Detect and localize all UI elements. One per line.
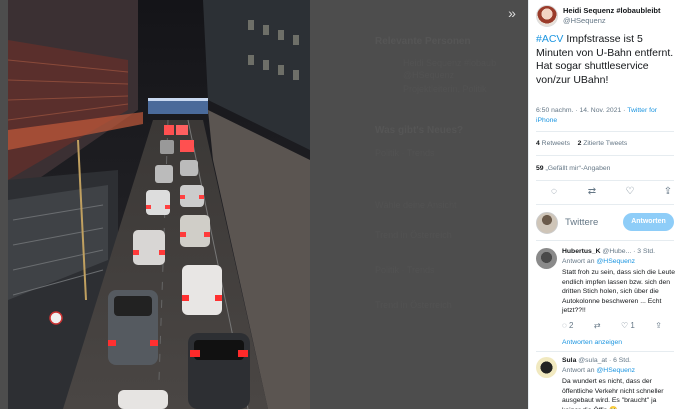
collapse-panel-icon[interactable]: » xyxy=(502,4,522,24)
reply-input[interactable]: Twittere xyxy=(565,217,598,228)
tweet-detail-panel: Heidi Sequenz #lobaubleibt @HSequenz #AC… xyxy=(528,0,680,409)
divider xyxy=(536,155,674,156)
bg-line: Politik · Trends xyxy=(375,148,435,158)
reply-avatar[interactable] xyxy=(536,248,557,269)
reply-handle-time: @Hube... · 3 Std. xyxy=(602,248,656,255)
reply-reply-icon[interactable]: ◌ 2 xyxy=(562,320,573,332)
reply-item[interactable]: Hubertus_K @Hube... · 3 Std. Antwort an … xyxy=(536,248,676,338)
reply-header: Hubertus_K @Hube... · 3 Std. xyxy=(562,248,676,255)
show-replies-link[interactable]: Antworten anzeigen xyxy=(562,339,622,346)
reply-author-name[interactable]: Hubertus_K xyxy=(562,248,601,255)
reply-text: Statt froh zu sein, dass sich die Leute … xyxy=(562,269,675,315)
bg-line: Politik · Trends xyxy=(375,265,435,275)
reply-composer: Twittere Antworten xyxy=(536,211,676,237)
bg-line: @HSequenz xyxy=(403,70,455,80)
likes-stat[interactable]: 59 „Gefällt mir“-Angaben xyxy=(536,165,610,172)
bg-line: Trend in Österreich xyxy=(375,230,452,240)
dimmed-sidebar: Relevante Personen Heidi Sequenz #lobaub… xyxy=(355,0,535,409)
author-avatar[interactable] xyxy=(536,5,558,27)
tweet-media-viewer: Relevante Personen Heidi Sequenz #lobaub… xyxy=(0,0,680,409)
reply-header: Sula @sula_at · 6 Std. xyxy=(562,357,676,364)
tweet-timestamp[interactable]: 6:50 nachm. · 14. Nov. 2021 · xyxy=(536,107,627,114)
bg-line: Projektleiterin, Politik xyxy=(403,84,487,94)
reply-actions: ◌ 2 ⇄ ♡ 1 ⇪ xyxy=(562,320,662,332)
reply-avatar[interactable] xyxy=(536,357,557,378)
reply-retweet-icon[interactable]: ⇄ xyxy=(594,320,601,332)
reply-item[interactable]: Sula @sula_at · 6 Std. Antwort an @HSequ… xyxy=(536,357,676,409)
divider xyxy=(536,351,674,352)
reply-icon[interactable]: ◌ xyxy=(547,185,561,199)
share-icon[interactable]: ⇪ xyxy=(661,185,675,199)
tweet-meta: 6:50 nachm. · 14. Nov. 2021 · Twitter fo… xyxy=(536,106,676,125)
reply-share-icon[interactable]: ⇪ xyxy=(655,320,662,332)
reply-author-name[interactable]: Sula xyxy=(562,357,576,364)
hashtag-link[interactable]: #ACV xyxy=(536,33,563,45)
author-handle[interactable]: @HSequenz xyxy=(563,16,606,25)
reply-to: Antwort an @HSequenz xyxy=(562,367,636,374)
like-icon[interactable]: ♡ xyxy=(623,185,637,199)
retweet-icon[interactable]: ⇄ xyxy=(585,185,599,199)
tweet-actions: ◌ ⇄ ♡ ⇪ xyxy=(547,185,675,199)
retweets-stat[interactable]: 4 Retweets xyxy=(536,140,570,147)
tweet-text: #ACV Impfstrasse ist 5 Minuten von U-Bah… xyxy=(536,33,676,87)
reply-to: Antwort an @HSequenz xyxy=(562,258,636,265)
divider xyxy=(536,180,674,181)
relevant-people-heading: Relevante Personen xyxy=(375,36,471,47)
reply-to-handle[interactable]: @HSequenz xyxy=(596,367,635,374)
reply-button[interactable]: Antworten xyxy=(623,213,674,231)
quotes-stat[interactable]: 2 Zitierte Tweets xyxy=(578,140,628,147)
reply-handle-time: @sula_at · 6 Std. xyxy=(578,357,631,364)
tweet-author[interactable]: Heidi Sequenz #lobaubleibt @HSequenz xyxy=(536,5,676,29)
tweet-photo[interactable] xyxy=(8,0,310,409)
author-name[interactable]: Heidi Sequenz #lobaubleibt xyxy=(563,6,661,15)
trends-heading: Was gibt's Neues? xyxy=(375,125,464,136)
divider xyxy=(536,240,674,241)
current-user-avatar xyxy=(536,212,558,234)
bg-line: Trend in Österreich xyxy=(375,300,452,310)
bg-line: Wähle deine Ansicht xyxy=(375,200,457,210)
traffic-jam-photo xyxy=(8,0,310,409)
reply-like-icon[interactable]: ♡ 1 xyxy=(621,320,635,332)
divider xyxy=(536,131,674,132)
retweet-quote-stats: 4 Retweets 2 Zitierte Tweets xyxy=(536,140,627,147)
divider xyxy=(536,204,674,205)
reply-text: Da wundert es nicht, dass der öffentlich… xyxy=(562,378,664,409)
reply-to-handle[interactable]: @HSequenz xyxy=(596,258,635,265)
bg-line: Heidi Sequenz #lobaub xyxy=(403,58,497,68)
